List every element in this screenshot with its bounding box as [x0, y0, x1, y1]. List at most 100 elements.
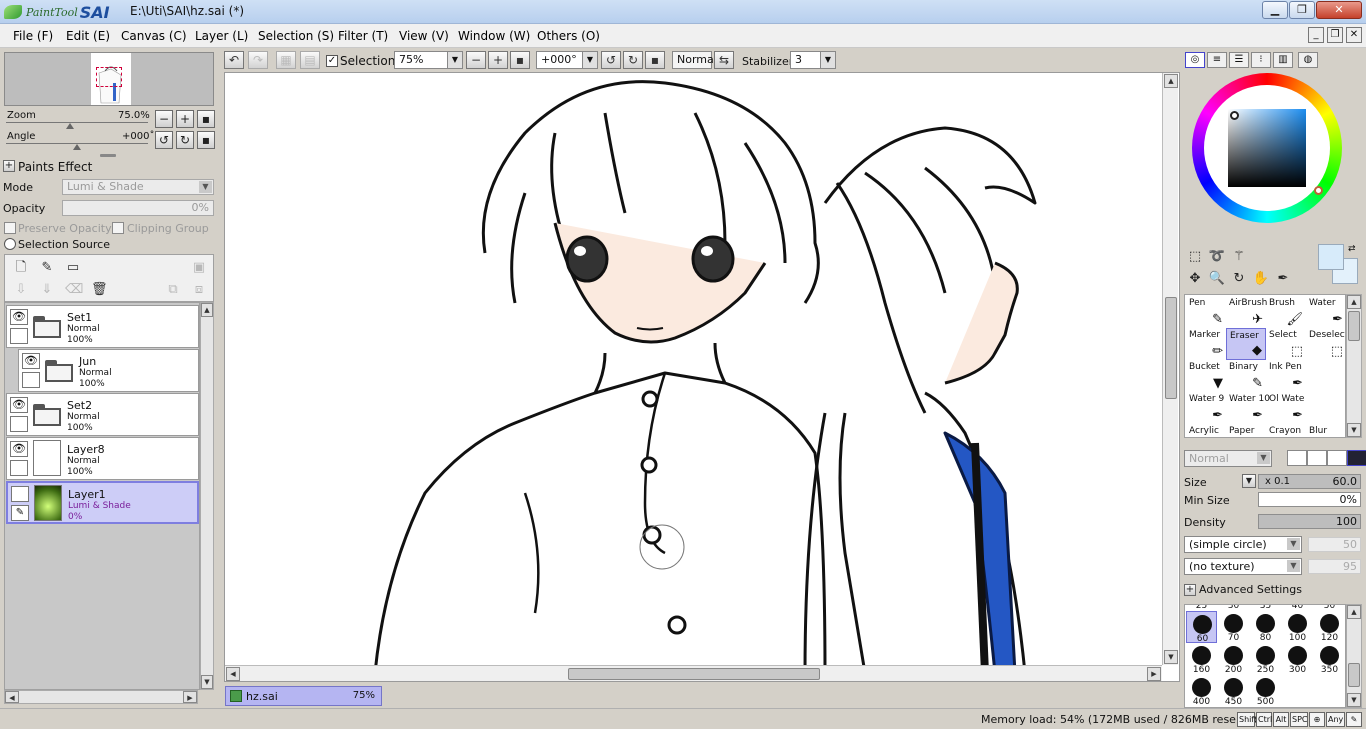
- rect-select-icon[interactable]: ⬚: [1186, 248, 1204, 266]
- blend-mode-field[interactable]: Normal: [672, 51, 717, 69]
- tool-scroll-up-icon[interactable]: ▲: [1347, 295, 1361, 309]
- menu-file[interactable]: File (F): [13, 29, 53, 43]
- tool-ink-pen[interactable]: Ink Pen ✒: [1266, 360, 1306, 392]
- mode-dropdown[interactable]: Lumi & Shade ▼: [62, 179, 214, 195]
- zoom-reset-tool-button[interactable]: ▪: [510, 51, 530, 69]
- preserve-opacity-checkbox[interactable]: [4, 222, 16, 234]
- menu-layer[interactable]: Layer (L): [195, 29, 248, 43]
- advanced-settings-label[interactable]: Advanced Settings: [1199, 583, 1302, 596]
- rotate-cw-tool-button[interactable]: ↻: [623, 51, 643, 69]
- tool-brush[interactable]: Brush 🖌: [1266, 296, 1306, 328]
- canvas-scroll-down-icon[interactable]: ▼: [1164, 650, 1178, 664]
- tool-blur[interactable]: Blur◌: [1306, 424, 1345, 437]
- tool-deselect[interactable]: Deselect ⬚: [1306, 328, 1345, 360]
- brush-size-scrollbar[interactable]: ▲ ▼: [1346, 604, 1362, 708]
- tool-crayon[interactable]: Crayon✎: [1266, 424, 1306, 437]
- rotate-left-button[interactable]: ↺: [155, 131, 173, 149]
- canvas-vscroll-thumb[interactable]: [1165, 297, 1177, 399]
- brush-size-preset[interactable]: 80: [1250, 611, 1281, 643]
- selection-checkbox[interactable]: ✓: [326, 55, 338, 67]
- zoom-reset-button[interactable]: ▪: [197, 110, 215, 128]
- layer-list-scrollbar[interactable]: ▲ ▼: [200, 302, 214, 690]
- tool-airbrush[interactable]: AirBrush ✈: [1226, 296, 1267, 328]
- merge-down-icon[interactable]: ⇓: [39, 282, 55, 298]
- zoom-combo-arrow-icon[interactable]: ▼: [447, 51, 463, 69]
- visibility-eye-icon[interactable]: 👁: [22, 353, 40, 369]
- canvas-hscrollbar[interactable]: ◀ ▶: [225, 665, 1162, 681]
- mdi-restore-button[interactable]: ❐: [1327, 27, 1343, 43]
- swatches-tab-icon[interactable]: ⁝: [1251, 52, 1271, 68]
- layer-row[interactable]: 👁 Jun Normal 100%: [18, 349, 199, 392]
- transfer-icon[interactable]: ⧉: [165, 282, 181, 298]
- new-linework-layer-icon[interactable]: ✎: [39, 260, 55, 276]
- lock-checkbox[interactable]: [10, 328, 28, 344]
- tool-empty-slot[interactable]: [1306, 392, 1345, 424]
- lock-checkbox[interactable]: [10, 416, 28, 432]
- brush-texture-dropdown[interactable]: (no texture) ▼: [1184, 558, 1302, 575]
- brush-size-preset[interactable]: 200: [1218, 643, 1249, 675]
- layer-row[interactable]: 👁 Set1 Normal 100%: [6, 305, 199, 348]
- brush-size-preset[interactable]: 70: [1218, 611, 1249, 643]
- tool-scroll-thumb[interactable]: [1348, 311, 1360, 341]
- rotate-right-button[interactable]: ↻: [176, 131, 194, 149]
- expand-icon[interactable]: +: [1184, 584, 1196, 596]
- size-multiplier-dropdown-icon[interactable]: ▼: [1242, 474, 1256, 488]
- tool-paper[interactable]: Paper▭: [1226, 424, 1266, 437]
- zoom-in-button[interactable]: +: [176, 110, 194, 128]
- move-icon[interactable]: ✥: [1186, 270, 1204, 288]
- navigator-view-rect[interactable]: [96, 67, 122, 87]
- angle-combo[interactable]: +000°: [536, 51, 588, 69]
- zoom-slider-knob[interactable]: [66, 123, 74, 129]
- menu-filter[interactable]: Filter (T): [338, 29, 388, 43]
- panel-splitter[interactable]: [100, 154, 116, 157]
- tool-scroll-down-icon[interactable]: ▼: [1347, 423, 1361, 437]
- canvas-scroll-left-icon[interactable]: ◀: [226, 667, 240, 681]
- brush-shape-2-icon[interactable]: [1307, 450, 1327, 466]
- tool-pen[interactable]: Pen ✎: [1186, 296, 1226, 328]
- new-layer-icon[interactable]: 🗋: [13, 260, 29, 276]
- menu-edit[interactable]: Edit (E): [66, 29, 110, 43]
- canvas-hscroll-thumb[interactable]: [568, 668, 820, 680]
- hue-picker-ring[interactable]: [1314, 186, 1323, 195]
- canvas-vscrollbar[interactable]: ▲ ▼: [1162, 73, 1178, 665]
- primary-color-swatch[interactable]: [1318, 244, 1344, 270]
- brush-size-preset[interactable]: 500: [1250, 675, 1281, 707]
- rotate-reset-tool-button[interactable]: ▪: [645, 51, 665, 69]
- tool-water-10[interactable]: Water 10 ✒: [1226, 392, 1270, 424]
- clipping-group-checkbox[interactable]: [112, 222, 124, 234]
- brush-scroll-down-icon[interactable]: ▼: [1347, 693, 1361, 707]
- undo-button[interactable]: ↶: [224, 51, 244, 69]
- scroll-left-arrow-icon[interactable]: ◀: [5, 691, 19, 703]
- min-size-slider[interactable]: 0%: [1258, 492, 1361, 507]
- hsv-slider-tab-icon[interactable]: ☰: [1229, 52, 1249, 68]
- deselect-button[interactable]: ▦: [276, 51, 296, 69]
- expand-icon[interactable]: +: [3, 160, 15, 172]
- brush-shape-4-icon[interactable]: [1347, 450, 1366, 466]
- tool-select[interactable]: Select ⬚: [1266, 328, 1306, 360]
- close-button[interactable]: ✕: [1316, 1, 1362, 19]
- zoom-out-tool-button[interactable]: −: [466, 51, 486, 69]
- scratchpad-tab-icon[interactable]: ◍: [1298, 52, 1318, 68]
- layer-row[interactable]: 👁 Layer8 Normal 100%: [6, 437, 199, 480]
- brush-size-preset[interactable]: 350: [1314, 643, 1345, 675]
- menu-canvas[interactable]: Canvas (C): [121, 29, 187, 43]
- canvas-scroll-right-icon[interactable]: ▶: [1147, 667, 1161, 681]
- canvas-scroll-up-icon[interactable]: ▲: [1164, 74, 1178, 88]
- menu-others[interactable]: Others (O): [537, 29, 600, 43]
- color-wheel[interactable]: [1192, 73, 1342, 223]
- sv-picker-ring[interactable]: [1230, 111, 1239, 120]
- tool-binary[interactable]: Binary ✎: [1226, 360, 1266, 392]
- mdi-close-button[interactable]: ✕: [1346, 27, 1362, 43]
- brush-shape-dropdown[interactable]: (simple circle) ▼: [1184, 536, 1302, 553]
- lock-checkbox[interactable]: [10, 460, 28, 476]
- lasso-icon[interactable]: ➰: [1208, 248, 1226, 266]
- zoom-combo[interactable]: 75%: [394, 51, 454, 69]
- angle-combo-arrow-icon[interactable]: ▼: [582, 51, 598, 69]
- magic-wand-icon[interactable]: ⚚: [1230, 248, 1248, 266]
- menu-view[interactable]: View (V): [399, 29, 449, 43]
- paint-brush-icon[interactable]: ✎: [11, 505, 29, 521]
- eyedropper-icon[interactable]: ✒: [1274, 270, 1292, 288]
- brush-scroll-up-icon[interactable]: ▲: [1347, 605, 1361, 619]
- zoom-out-button[interactable]: −: [155, 110, 173, 128]
- canvas-area[interactable]: [224, 72, 1180, 682]
